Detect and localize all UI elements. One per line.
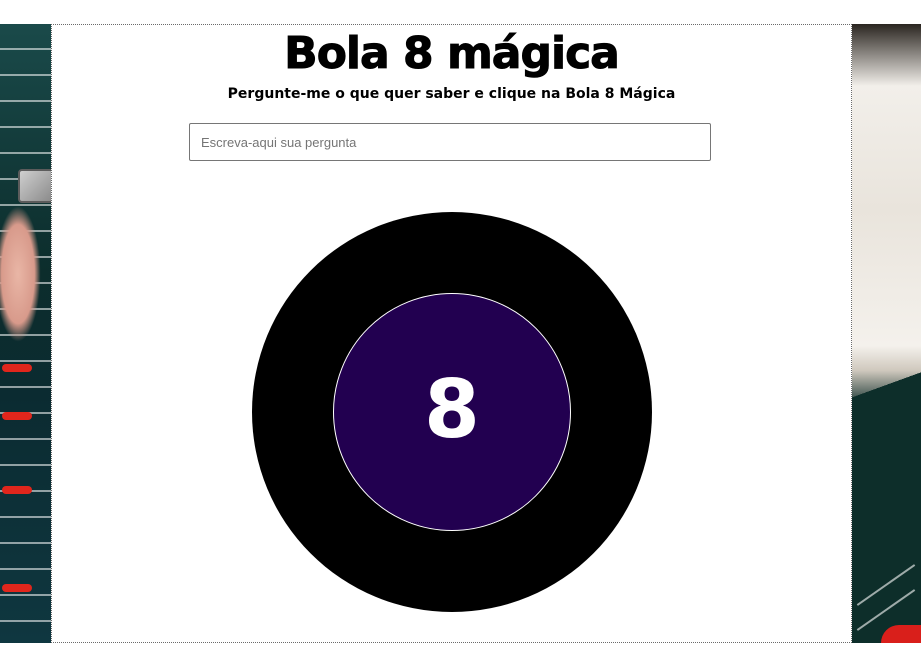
roulette-pocket xyxy=(2,584,32,592)
roulette-pocket xyxy=(881,625,921,643)
roulette-pocket xyxy=(2,364,32,372)
page-title: Bola 8 mágica xyxy=(284,28,621,80)
question-input[interactable] xyxy=(189,123,711,161)
watch-image xyxy=(18,169,54,203)
page-subtitle: Pergunte-me o que quer saber e clique na… xyxy=(227,86,676,102)
main-container: Bola 8 mágica Pergunte-me o que quer sab… xyxy=(51,24,852,643)
page: Bola 8 mágica Pergunte-me o que quer sab… xyxy=(0,0,921,665)
background-photo-left xyxy=(0,24,54,643)
roulette-pocket xyxy=(2,412,32,420)
roulette-line xyxy=(856,564,916,606)
roulette-pocket xyxy=(2,486,32,494)
ball-number-label: 8 xyxy=(424,363,480,456)
magic-8-ball-button[interactable]: 8 xyxy=(252,212,652,612)
ball-answer-window: 8 xyxy=(333,293,571,531)
background-photo-right xyxy=(851,24,921,643)
